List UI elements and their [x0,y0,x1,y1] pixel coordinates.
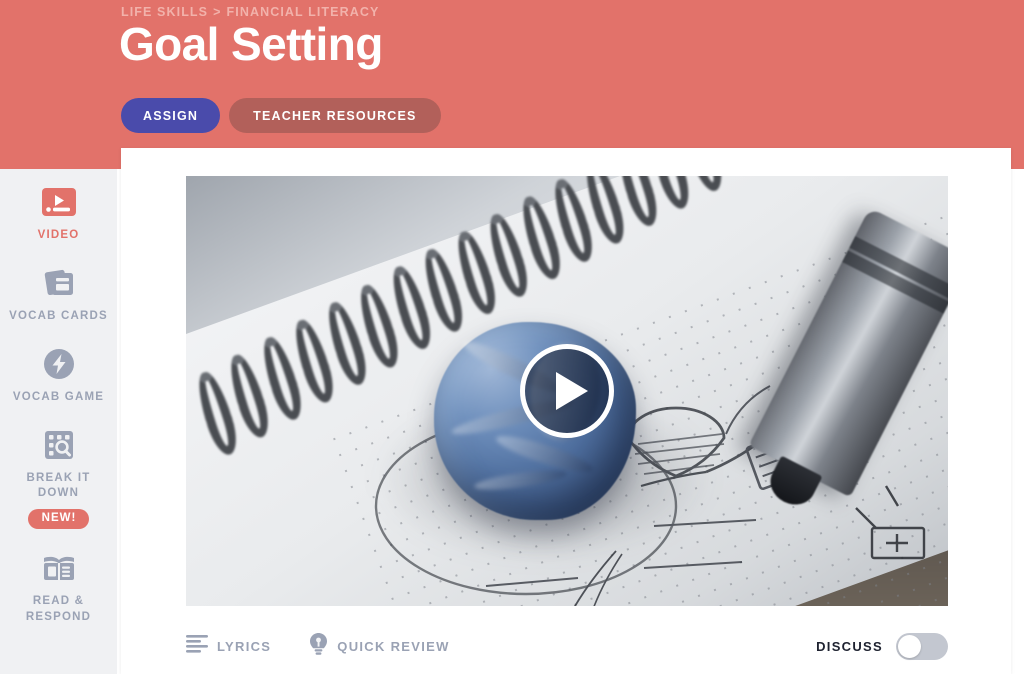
sidebar-item-vocab-cards[interactable]: VOCAB CARDS [0,264,117,325]
page-title: Goal Setting [119,18,383,70]
text-lines-icon [186,634,208,659]
discuss-toggle-knob [898,634,921,658]
quick-review-button[interactable]: QUICK REVIEW [309,632,449,661]
quick-review-label: QUICK REVIEW [337,638,450,654]
teacher-resources-button[interactable]: TEACHER RESOURCES [229,98,441,133]
assign-button[interactable]: ASSIGN [121,98,221,133]
video-icon [40,183,78,221]
sidebar-item-break-it-down[interactable]: BREAK IT DOWN NEW! [0,426,117,529]
sidebar-item-read-and-respond[interactable]: READ & RESPOND [0,549,117,626]
sidebar: VIDEO VOCAB CARDS VOCAB GAME BREAK IT DO… [0,169,117,674]
discuss-label: DISCUSS [816,638,883,654]
page-root: LIFE SKILLS > FINANCIAL LITERACY Goal Sett… [0,0,1024,674]
lyrics-button[interactable]: LYRICS [186,634,271,659]
sidebar-item-vocab-cards-label: VOCAB CARDS [9,309,108,322]
grid-search-icon [40,426,78,464]
video-toolbar: LYRICS QUICK REVIEW DISCUSS [186,626,948,666]
breadcrumb-separator-icon: > [213,5,222,19]
sidebar-item-video-label: VIDEO [37,229,80,241]
discuss-control: DISCUSS [816,632,948,660]
play-button[interactable] [520,344,614,438]
sidebar-item-break-it-down-label: BREAK IT DOWN [26,471,91,500]
lyrics-label: LYRICS [217,638,272,654]
new-badge: NEW! [27,509,90,529]
discuss-toggle[interactable] [896,632,948,660]
sidebar-item-vocab-game[interactable]: VOCAB GAME [0,345,117,406]
header-button-row: ASSIGN TEACHER RESOURCES [121,98,441,133]
breadcrumb: LIFE SKILLS > FINANCIAL LITERACY [121,5,379,19]
breadcrumb-item-life-skills[interactable]: LIFE SKILLS [121,5,208,19]
open-book-icon [40,549,78,587]
play-icon [555,372,588,410]
video-player[interactable] [186,176,948,606]
sidebar-item-vocab-game-label: VOCAB GAME [12,390,105,403]
sidebar-item-video[interactable]: VIDEO [0,183,117,244]
breadcrumb-item-financial-literacy[interactable]: FINANCIAL LITERACY [227,5,380,19]
sidebar-item-read-and-respond-label: READ & RESPOND [25,594,92,623]
lightbulb-icon [309,632,328,661]
cards-icon [40,264,78,302]
bolt-icon [40,345,78,383]
content-card: LYRICS QUICK REVIEW DISCUSS [121,148,1011,674]
page-header: LIFE SKILLS > FINANCIAL LITERACY Goal Sett… [0,0,1024,169]
